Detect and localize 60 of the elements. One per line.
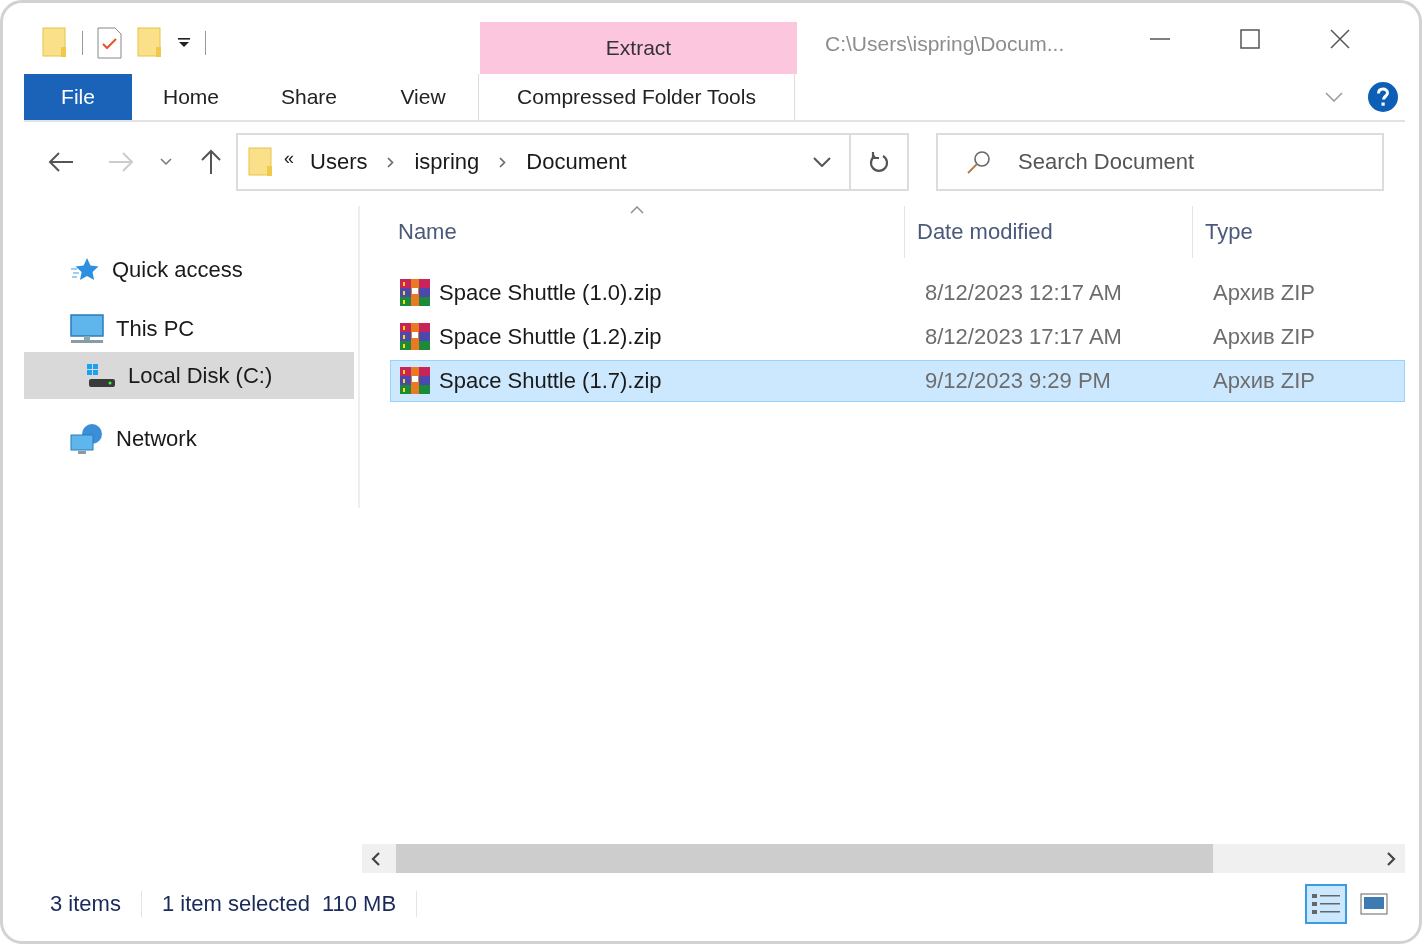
- file-name: Space Shuttle (1.2).zip: [439, 324, 662, 350]
- file-row[interactable]: Space Shuttle (1.0).zip 8/12/2023 12:17 AM Архив ZIP: [390, 272, 1405, 314]
- overflow-chevrons[interactable]: «: [284, 147, 294, 169]
- sidebar-item[interactable]: Quick access: [24, 246, 354, 293]
- help-icon[interactable]: [1367, 81, 1399, 113]
- details-list-icon[interactable]: [1311, 892, 1341, 916]
- sidebar-item[interactable]: Local Disk (C:): [24, 352, 354, 399]
- horizontal-scrollbar[interactable]: [362, 844, 1405, 873]
- type-cell: Архив ZIP: [1213, 324, 1315, 350]
- search-box[interactable]: Search Document: [936, 133, 1384, 191]
- date-cell-text: 9/12/2023 9:29 PM: [924, 368, 1112, 394]
- properties-icon[interactable]: [97, 26, 123, 59]
- archive-icon: [399, 322, 431, 352]
- chevron-down-icon[interactable]: [160, 158, 172, 166]
- folder-icon: [248, 147, 274, 177]
- up-arrow-icon[interactable]: [200, 149, 222, 175]
- scrollbar-thumb[interactable]: [396, 844, 1213, 873]
- date-cell-text: 8/12/2023 17:17 AM: [924, 324, 1123, 350]
- maximize-icon[interactable]: [1240, 29, 1260, 49]
- column-header[interactable]: Name: [390, 206, 905, 258]
- date-cell-text: 8/12/2023 12:17 AM: [924, 280, 1123, 306]
- chevron-down-icon[interactable]: [813, 157, 831, 167]
- selection-info: 1 item selected: [161, 891, 310, 917]
- archive-icon: [399, 278, 431, 308]
- search-field[interactable]: Search Document: [1016, 148, 1380, 176]
- chevron-right-icon[interactable]: [1385, 851, 1397, 866]
- type-cell: Архив ZIP: [1213, 368, 1315, 394]
- column-header[interactable]: Date modified: [905, 206, 1193, 258]
- chevron-left-icon[interactable]: [370, 851, 382, 866]
- refresh-icon[interactable]: [868, 150, 890, 174]
- file-row[interactable]: Space Shuttle (1.7).zip 9/12/2023 9:29 PM Архив ZIP: [390, 360, 1405, 402]
- breadcrumb-item[interactable]: ispring: [414, 149, 480, 175]
- window-title: C:\Users\ispring\Docum...: [825, 32, 1065, 57]
- address-bar[interactable]: « Users ispring Document: [236, 133, 909, 191]
- search-icon: [966, 149, 992, 175]
- item-count: 3 items: [50, 891, 121, 917]
- file-name: Space Shuttle (1.7).zip: [439, 368, 662, 394]
- breadcrumb-item[interactable]: Users: [310, 149, 368, 175]
- dropdown-icon[interactable]: [177, 36, 191, 49]
- column-header[interactable]: Type: [1193, 206, 1405, 258]
- back-arrow-icon[interactable]: [48, 151, 74, 173]
- monitor-icon: [70, 313, 104, 344]
- sidebar-item[interactable]: Network: [24, 415, 354, 462]
- file-row[interactable]: Space Shuttle (1.2).zip 8/12/2023 17:17 AM Архив ZIP: [390, 316, 1405, 358]
- close-icon[interactable]: [1330, 29, 1350, 49]
- archive-icon: [399, 366, 431, 396]
- selection-size: 110 MB: [321, 891, 397, 917]
- sidebar-item[interactable]: This PC: [24, 305, 354, 352]
- chevron-right-icon[interactable]: [499, 156, 507, 168]
- star-icon: [70, 256, 100, 283]
- details-view-button[interactable]: [1305, 884, 1347, 924]
- network-icon: [70, 422, 104, 455]
- picture-icon[interactable]: [1360, 893, 1388, 915]
- context-tab-group-label: Extract: [605, 36, 672, 60]
- chevron-right-icon[interactable]: [387, 156, 395, 168]
- breadcrumb-item[interactable]: Document: [526, 149, 627, 175]
- drive-icon: [86, 362, 116, 389]
- file-menu-tab[interactable]: File: [24, 74, 132, 120]
- file-name: Space Shuttle (1.0).zip: [439, 280, 662, 306]
- type-cell: Архив ZIP: [1213, 280, 1315, 306]
